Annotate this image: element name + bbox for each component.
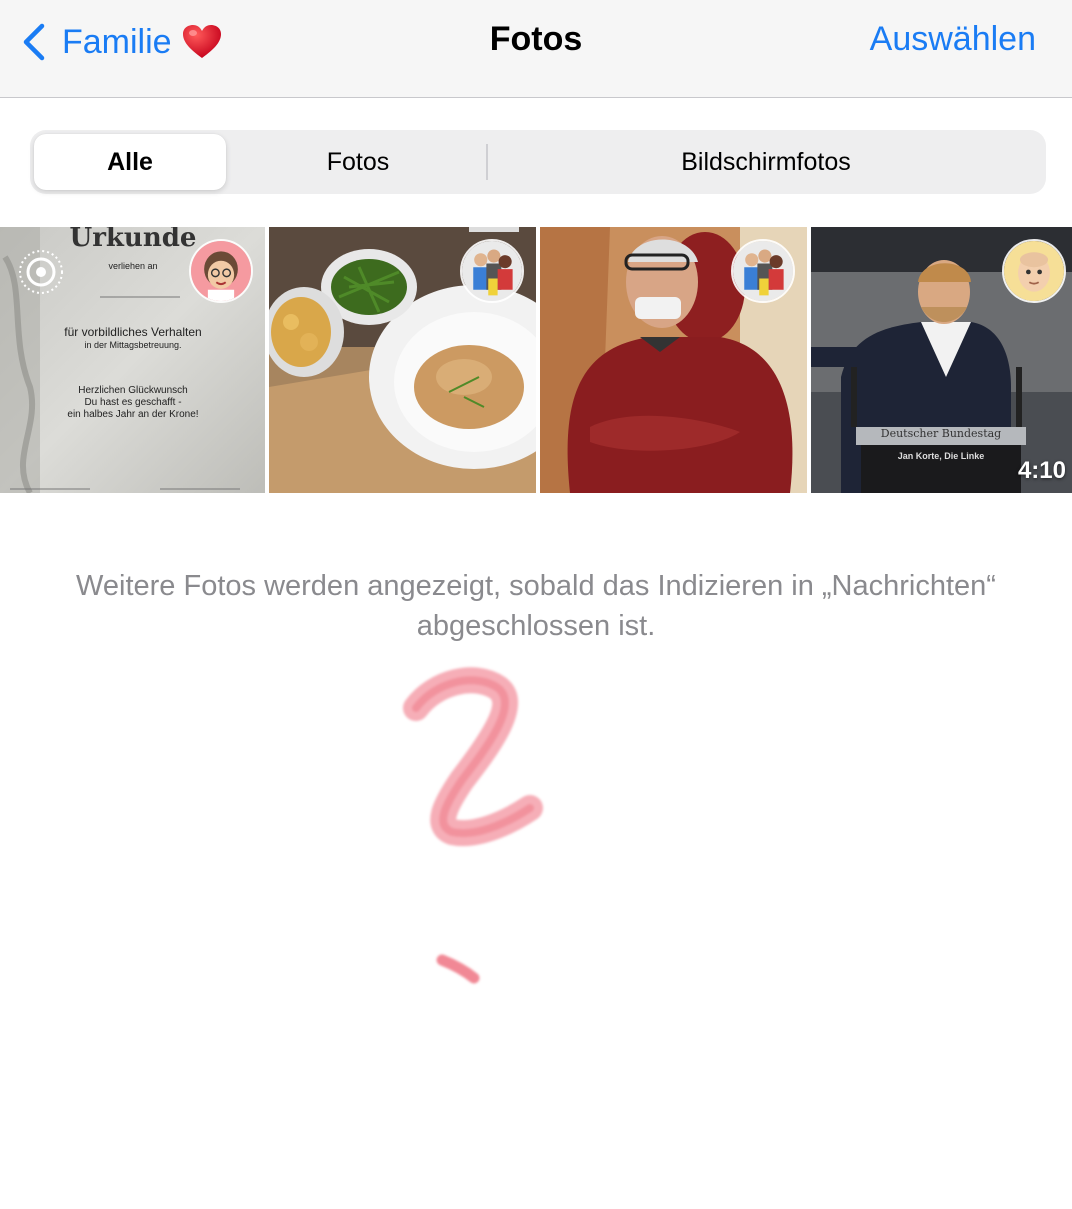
photo-grid: Urkunde verliehen an für vorbildliches V… (0, 227, 1072, 493)
navigation-bar: Familie Fotos Auswählen (0, 0, 1072, 98)
photo-tile-document[interactable]: Urkunde verliehen an für vorbildliches V… (0, 227, 265, 493)
segment-screenshots[interactable]: Bildschirmfotos (490, 134, 1042, 190)
back-label: Familie (62, 22, 172, 61)
doc-line1: für vorbildliches Verhalten (64, 325, 202, 339)
segment-divider (486, 144, 488, 180)
indexing-info-text: Weitere Fotos werden angezeigt, sobald d… (76, 570, 996, 642)
doc-line4: Du hast es geschafft - (84, 397, 182, 408)
family-group-icon (733, 241, 793, 301)
memoji-avatar (189, 239, 253, 303)
heart-icon (182, 25, 221, 58)
video-duration: 4:10 (1017, 457, 1066, 484)
doc-line2: in der Mittagsbetreuung. (84, 340, 182, 350)
handwritten-scribble (403, 667, 543, 984)
family-group-icon (462, 241, 522, 301)
group-avatar (460, 239, 524, 303)
group-avatar (731, 239, 795, 303)
doc-line5: ein halbes Jahr an der Krone! (67, 409, 199, 420)
video-tile[interactable]: Deutscher Bundestag Jan Korte, Die Linke… (811, 227, 1072, 493)
segmented-control: Alle Fotos Bildschirmfotos (30, 130, 1046, 194)
photo-tile-portrait[interactable] (540, 227, 807, 493)
segment-all[interactable]: Alle (34, 134, 226, 190)
page-title: Fotos (489, 20, 583, 58)
lectern-name: Jan Korte, Die Linke (897, 451, 985, 461)
photo-tile-food[interactable] (269, 227, 536, 493)
back-button[interactable]: Familie (20, 18, 222, 66)
select-button[interactable]: Auswählen (870, 20, 1036, 59)
memoji-man-icon (1004, 241, 1064, 301)
memoji-avatar (1002, 239, 1066, 303)
segment-photos[interactable]: Fotos (230, 134, 486, 190)
chevron-left-icon (23, 23, 45, 61)
lectern-title: Deutscher Bundestag (880, 427, 1002, 440)
live-photo-icon (19, 250, 63, 294)
memoji-girl-icon (191, 241, 251, 301)
doc-line3: Herzlichen Glückwunsch (78, 385, 188, 396)
